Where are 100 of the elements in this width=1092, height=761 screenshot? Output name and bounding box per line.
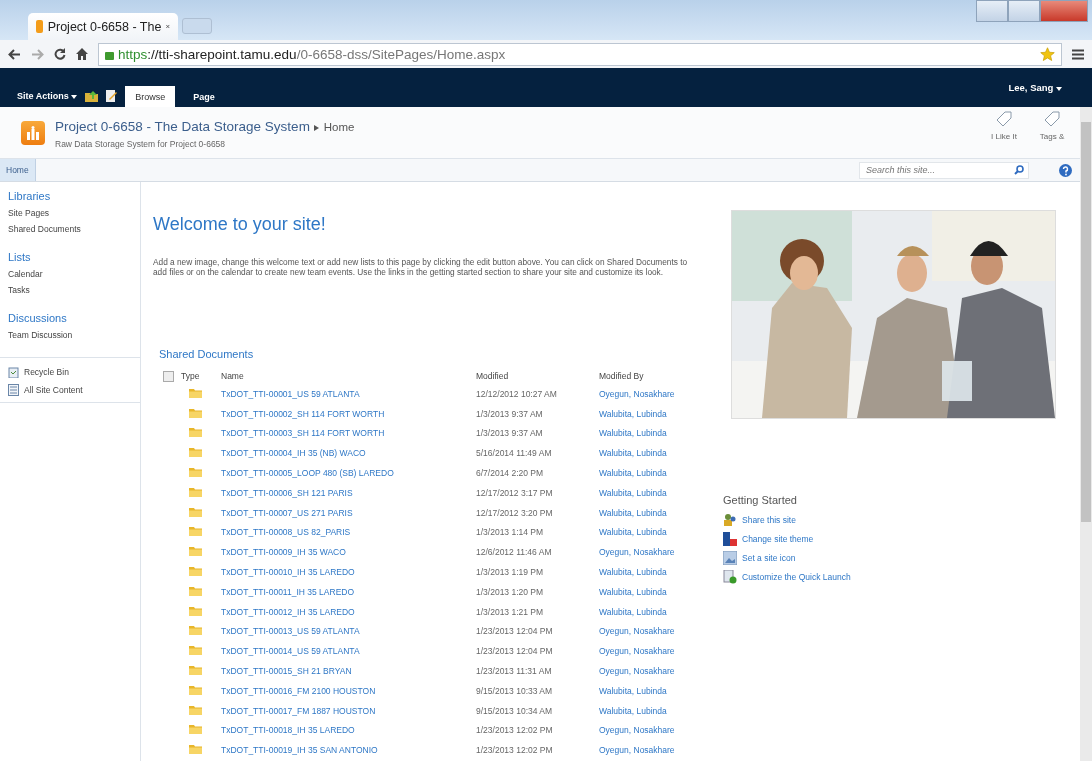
column-header[interactable]: Modified xyxy=(476,371,509,381)
modified-date: 1/23/2013 12:04 PM xyxy=(476,626,553,637)
nav-item[interactable]: Site Pages xyxy=(8,208,140,218)
user-link[interactable]: Oyegun, Nosakhare xyxy=(599,547,675,558)
ribbon-tab[interactable]: Browse xyxy=(125,86,176,107)
menu-icon[interactable] xyxy=(1072,48,1084,60)
reload-icon[interactable] xyxy=(54,48,66,60)
close-button[interactable] xyxy=(1040,0,1088,22)
scrollbar[interactable] xyxy=(1080,107,1092,761)
document-link[interactable]: TxDOT_TTI-00005_LOOP 480 (SB) LAREDO xyxy=(221,468,394,479)
tag-icon xyxy=(994,111,1014,129)
nav-item[interactable]: Calendar xyxy=(8,269,140,279)
user-link[interactable]: Walubita, Lubinda xyxy=(599,468,667,479)
user-link[interactable]: Walubita, Lubinda xyxy=(599,448,667,459)
column-header[interactable]: Modified By xyxy=(599,371,644,381)
user-link[interactable]: Walubita, Lubinda xyxy=(599,685,667,696)
document-link[interactable]: TxDOT_TTI-00014_US 59 ATLANTA xyxy=(221,646,360,657)
nav-item[interactable]: All Site Content xyxy=(8,384,140,396)
close-icon[interactable] xyxy=(166,23,170,30)
document-link[interactable]: TxDOT_TTI-00003_SH 114 FORT WORTH xyxy=(221,428,385,439)
star-icon[interactable] xyxy=(1040,46,1055,62)
user-link[interactable]: Walubita, Lubinda xyxy=(599,507,667,518)
folder-up-icon[interactable] xyxy=(85,91,99,102)
user-link[interactable]: Walubita, Lubinda xyxy=(599,606,667,617)
user-link[interactable]: Oyegun, Nosakhare xyxy=(599,626,675,637)
getting-started-link[interactable]: Share this site xyxy=(723,513,1080,527)
user-link[interactable]: Oyegun, Nosakhare xyxy=(599,388,675,399)
folder-icon xyxy=(189,427,202,438)
document-link[interactable]: TxDOT_TTI-00016_FM 2100 HOUSTON xyxy=(221,685,376,696)
document-link[interactable]: TxDOT_TTI-00008_US 82_PARIS xyxy=(221,527,351,538)
folder-icon xyxy=(189,704,202,715)
user-link[interactable]: Walubita, Lubinda xyxy=(599,586,667,597)
tags-button[interactable]: Tags & xyxy=(1036,111,1068,158)
user-link[interactable]: Oyegun, Nosakhare xyxy=(599,646,675,657)
user-link[interactable]: Walubita, Lubinda xyxy=(599,567,667,578)
like-button[interactable]: I Like It xyxy=(988,111,1020,158)
back-icon[interactable] xyxy=(8,48,21,60)
maximize-button[interactable] xyxy=(1008,0,1040,22)
document-link[interactable]: TxDOT_TTI-00001_US 59 ATLANTA xyxy=(221,388,360,399)
nav-heading[interactable]: Discussions xyxy=(8,312,140,324)
library-title[interactable]: Shared Documents xyxy=(159,348,711,360)
getting-started-link[interactable]: Customize the Quick Launch xyxy=(723,570,1080,584)
people-icon xyxy=(723,513,737,527)
address-bar[interactable]: https://tti-sharepoint.tamu.edu/0-6658-dss/SitePages/Home.aspx xyxy=(98,42,1062,66)
nav-heading[interactable]: Libraries xyxy=(8,190,140,202)
site-logo-icon xyxy=(21,120,45,145)
user-link[interactable]: Oyegun, Nosakhare xyxy=(599,745,675,756)
breadcrumb: Home xyxy=(323,120,355,133)
user-link[interactable]: Walubita, Lubinda xyxy=(599,428,667,439)
folder-icon xyxy=(189,744,202,755)
user-link[interactable]: Walubita, Lubinda xyxy=(599,487,667,498)
modified-date: 1/23/2013 12:02 PM xyxy=(476,725,553,736)
nav-item[interactable]: Team Discussion xyxy=(8,330,140,340)
document-link[interactable]: TxDOT_TTI-00011_IH 35 LAREDO xyxy=(221,586,355,597)
document-link[interactable]: TxDOT_TTI-00006_SH 121 PARIS xyxy=(221,487,353,498)
user-link[interactable]: Walubita, Lubinda xyxy=(599,527,667,538)
search-icon[interactable] xyxy=(1014,165,1024,175)
document-link[interactable]: TxDOT_TTI-00015_SH 21 BRYAN xyxy=(221,666,352,677)
column-header[interactable]: Name xyxy=(221,371,244,381)
document-link[interactable]: TxDOT_TTI-00012_IH 35 LAREDO xyxy=(221,606,355,617)
home-icon[interactable] xyxy=(76,48,88,60)
document-link[interactable]: TxDOT_TTI-00010_IH 35 LAREDO xyxy=(221,567,355,578)
browser-tab[interactable]: Project 0-6658 - The xyxy=(28,13,178,40)
document-link[interactable]: TxDOT_TTI-00009_IH 35 WACO xyxy=(221,547,346,558)
nav-item[interactable]: Recycle Bin xyxy=(8,366,140,378)
nav-item[interactable]: Tasks xyxy=(8,285,140,295)
document-link[interactable]: TxDOT_TTI-00013_US 59 ATLANTA xyxy=(221,626,360,637)
nav-item[interactable]: Shared Documents xyxy=(8,224,140,234)
theme-icon xyxy=(723,532,737,546)
forward-icon[interactable] xyxy=(31,48,44,60)
user-link[interactable]: Oyegun, Nosakhare xyxy=(599,666,675,677)
column-header[interactable]: Type xyxy=(181,371,200,381)
modified-date: 12/17/2012 3:20 PM xyxy=(476,507,553,518)
help-icon[interactable] xyxy=(1059,163,1072,177)
modified-date: 1/23/2013 11:31 AM xyxy=(476,666,552,677)
user-link[interactable]: Walubita, Lubinda xyxy=(599,408,667,419)
nav-tab[interactable]: Home xyxy=(0,159,36,181)
user-menu[interactable]: Lee, Sang xyxy=(1008,82,1062,93)
document-link[interactable]: TxDOT_TTI-00002_SH 114 FORT WORTH xyxy=(221,408,385,419)
document-link[interactable]: TxDOT_TTI-00004_IH 35 (NB) WACO xyxy=(221,448,366,459)
search-field[interactable]: Search this site... xyxy=(859,161,1029,179)
edit-icon[interactable] xyxy=(106,90,118,102)
site-title[interactable]: Project 0-6658 - The Data Storage System xyxy=(55,118,310,134)
folder-icon xyxy=(189,546,202,557)
folder-icon xyxy=(189,387,202,398)
lock-icon xyxy=(105,51,114,60)
user-link[interactable]: Oyegun, Nosakhare xyxy=(599,725,675,736)
user-link[interactable]: Walubita, Lubinda xyxy=(599,705,667,716)
select-all-checkbox[interactable] xyxy=(163,370,174,382)
document-link[interactable]: TxDOT_TTI-00018_IH 35 LAREDO xyxy=(221,725,355,736)
getting-started-link[interactable]: Change site theme xyxy=(723,532,1080,546)
minimize-button[interactable] xyxy=(976,0,1008,22)
ribbon-tab[interactable]: Page xyxy=(183,86,225,107)
modified-date: 1/3/2013 9:37 AM xyxy=(476,428,543,439)
site-actions-menu[interactable]: Site Actions xyxy=(17,91,78,101)
document-link[interactable]: TxDOT_TTI-00017_FM 1887 HOUSTON xyxy=(221,705,376,716)
document-link[interactable]: TxDOT_TTI-00007_US 271 PARIS xyxy=(221,507,353,518)
document-link[interactable]: TxDOT_TTI-00019_IH 35 SAN ANTONIO xyxy=(221,745,378,756)
getting-started-link[interactable]: Set a site icon xyxy=(723,551,1080,565)
nav-heading[interactable]: Lists xyxy=(8,251,140,263)
